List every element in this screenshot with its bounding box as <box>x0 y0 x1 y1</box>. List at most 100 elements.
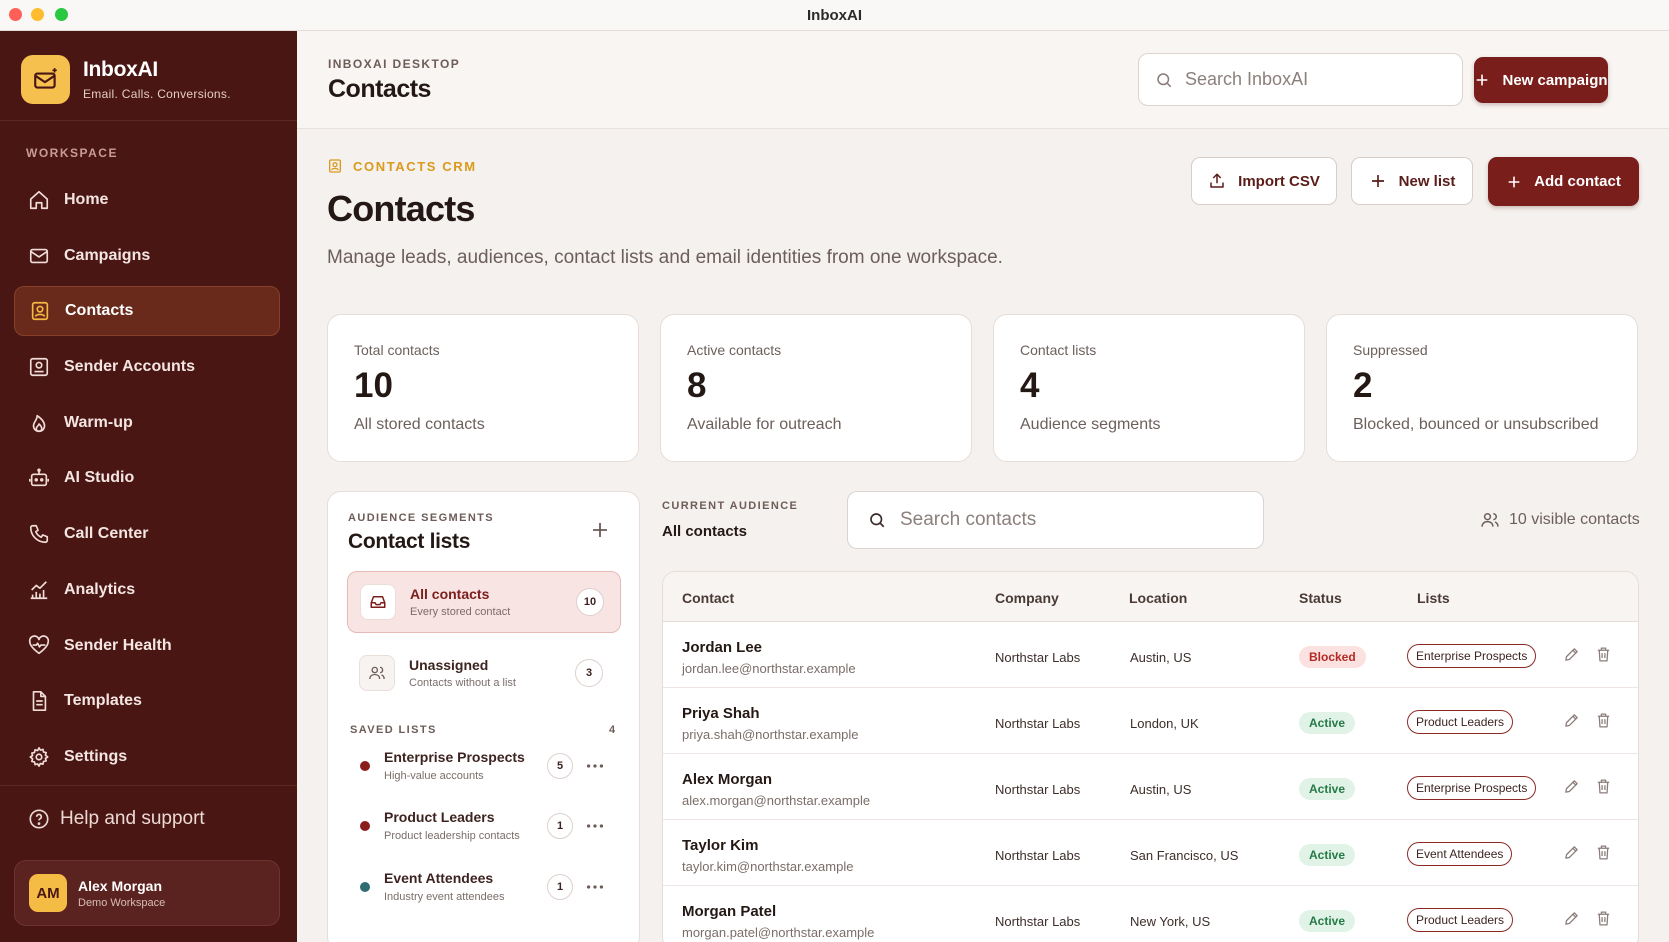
edit-icon[interactable] <box>1563 712 1580 729</box>
user-profile-card[interactable]: AM Alex Morgan Demo Workspace <box>14 860 280 926</box>
sidebar-item-analytics[interactable]: Analytics <box>14 565 280 615</box>
saved-list-enterprise-prospects[interactable]: Enterprise Prospects High-value accounts… <box>360 745 620 789</box>
sidebar-item-label: AI Studio <box>64 469 135 487</box>
saved-list-name: Enterprise Prospects <box>384 749 525 765</box>
table-row[interactable]: Alex Morgan alex.morgan@northstar.exampl… <box>663 754 1638 820</box>
contact-company: Northstar Labs <box>995 650 1081 665</box>
contact-name: Priya Shah <box>682 705 760 722</box>
column-header-location[interactable]: Location <box>1129 590 1187 606</box>
saved-list-product-leaders[interactable]: Product Leaders Product leadership conta… <box>360 805 620 849</box>
sidebar-item-label: Contacts <box>65 302 134 320</box>
list-tag[interactable]: Enterprise Prospects <box>1407 776 1537 800</box>
trash-icon[interactable] <box>1595 646 1612 663</box>
edit-icon[interactable] <box>1563 778 1580 795</box>
table-row[interactable]: Morgan Patel morgan.patel@northstar.exam… <box>663 886 1638 942</box>
plus-icon <box>1508 176 1520 187</box>
status-badge: Blocked <box>1299 646 1366 668</box>
top-header: INBOXAI DESKTOP Contacts New campaign <box>297 31 1669 129</box>
status-badge: Active <box>1299 778 1356 800</box>
column-header-status[interactable]: Status <box>1299 590 1342 606</box>
import-csv-button[interactable]: Import CSV <box>1191 157 1337 205</box>
new-campaign-button[interactable]: New campaign <box>1474 57 1608 103</box>
list-tag[interactable]: Product Leaders <box>1407 908 1514 932</box>
sidebar-item-templates[interactable]: Templates <box>14 676 280 726</box>
sidebar-item-sender-accounts[interactable]: Sender Accounts <box>14 342 280 392</box>
trash-icon[interactable] <box>1595 844 1612 861</box>
visible-contacts-label: 10 visible contacts <box>1509 511 1640 528</box>
edit-icon[interactable] <box>1563 910 1580 927</box>
table-row[interactable]: Jordan Lee jordan.lee@northstar.example … <box>663 622 1638 688</box>
stat-description: Audience segments <box>1020 416 1161 433</box>
audience-title: All contacts <box>662 523 748 540</box>
sidebar-item-label: Sender Accounts <box>64 358 195 376</box>
sidebar: InboxAI Email. Calls. Conversions. WORKS… <box>0 31 297 942</box>
more-options-icon[interactable] <box>584 878 606 896</box>
import-csv-label: Import CSV <box>1238 172 1320 190</box>
upload-icon <box>1210 173 1224 188</box>
home-icon <box>29 190 49 210</box>
lists-panel-title: Contact lists <box>348 530 471 553</box>
segment-description: Contacts without a list <box>409 677 516 689</box>
help-and-support-link[interactable]: Help and support <box>28 808 205 830</box>
column-header-lists[interactable]: Lists <box>1417 590 1450 606</box>
saved-list-count-badge: 5 <box>547 753 573 779</box>
segment-unassigned[interactable]: Unassigned Contacts without a list 3 <box>347 642 621 704</box>
global-search-input[interactable] <box>1185 69 1445 90</box>
saved-list-event-attendees[interactable]: Event Attendees Industry event attendees… <box>360 866 620 910</box>
stat-card-contact-lists: Contact lists 4 Audience segments <box>993 314 1305 462</box>
more-options-icon[interactable] <box>584 757 606 775</box>
list-tag[interactable]: Product Leaders <box>1407 710 1514 734</box>
trash-icon[interactable] <box>1595 712 1612 729</box>
audience-eyebrow: CURRENT AUDIENCE <box>662 500 799 512</box>
section-eyebrow: CONTACTS CRM <box>327 158 477 174</box>
sidebar-item-contacts[interactable]: Contacts <box>14 286 280 337</box>
sidebar-item-sender-health[interactable]: Sender Health <box>14 621 280 671</box>
table-row[interactable]: Priya Shah priya.shah@northstar.example … <box>663 688 1638 754</box>
sidebar-item-settings[interactable]: Settings <box>14 732 280 782</box>
contact-location: Austin, US <box>1130 650 1192 665</box>
table-row[interactable]: Taylor Kim taylor.kim@northstar.example … <box>663 820 1638 886</box>
segment-all-contacts[interactable]: All contacts Every stored contact 10 <box>347 571 621 633</box>
column-header-contact[interactable]: Contact <box>682 590 734 606</box>
page-title: Contacts <box>327 188 475 229</box>
contacts-table: Contact Company Location Status Lists Jo… <box>662 571 1639 942</box>
saved-list-name: Product Leaders <box>384 809 495 825</box>
brand[interactable]: InboxAI Email. Calls. Conversions. <box>21 55 231 104</box>
robot-icon <box>29 468 49 487</box>
contact-email: morgan.patel@northstar.example <box>682 925 875 940</box>
sidebar-item-campaigns[interactable]: Campaigns <box>14 231 280 281</box>
column-header-company[interactable]: Company <box>995 590 1059 606</box>
contacts-search[interactable] <box>847 491 1264 549</box>
list-tag[interactable]: Enterprise Prospects <box>1407 644 1537 668</box>
saved-lists-count: 4 <box>609 724 616 736</box>
contact-location: New York, US <box>1130 914 1211 929</box>
global-search[interactable] <box>1138 53 1463 106</box>
brand-tagline: Email. Calls. Conversions. <box>83 87 231 101</box>
trash-icon[interactable] <box>1595 778 1612 795</box>
new-list-button[interactable]: New list <box>1351 157 1473 205</box>
contact-card-icon <box>31 302 49 321</box>
users-icon <box>1481 513 1499 527</box>
table-header: Contact Company Location Status Lists <box>663 572 1638 622</box>
add-contact-button[interactable]: Add contact <box>1488 157 1639 206</box>
section-eyebrow-label: CONTACTS CRM <box>353 158 477 174</box>
sidebar-item-call-center[interactable]: Call Center <box>14 509 280 559</box>
sidebar-item-home[interactable]: Home <box>14 175 280 225</box>
contact-location: San Francisco, US <box>1130 848 1239 863</box>
contacts-search-input[interactable] <box>900 509 1240 531</box>
contact-company: Northstar Labs <box>995 716 1081 731</box>
sidebar-item-warm-up[interactable]: Warm-up <box>14 398 280 448</box>
more-options-icon[interactable] <box>584 817 606 835</box>
sidebar-divider <box>0 120 297 121</box>
header-eyebrow: INBOXAI DESKTOP <box>328 57 461 71</box>
stat-value: 4 <box>1020 366 1040 405</box>
sidebar-nav: Home Campaigns Contacts Sender Accounts … <box>14 175 280 788</box>
status-badge: Active <box>1299 910 1356 932</box>
list-tag[interactable]: Event Attendees <box>1407 842 1513 866</box>
edit-icon[interactable] <box>1563 646 1580 663</box>
edit-icon[interactable] <box>1563 844 1580 861</box>
sidebar-item-ai-studio[interactable]: AI Studio <box>14 453 280 503</box>
add-list-icon[interactable] <box>588 518 612 542</box>
sidebar-item-label: Home <box>64 191 109 208</box>
trash-icon[interactable] <box>1595 910 1612 927</box>
